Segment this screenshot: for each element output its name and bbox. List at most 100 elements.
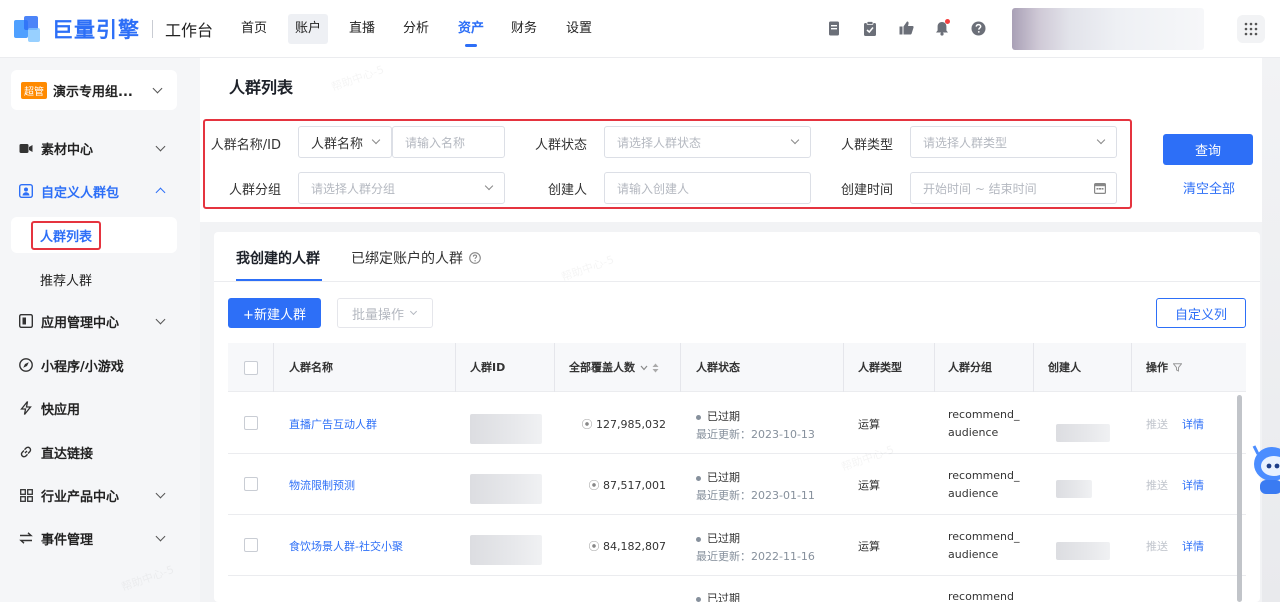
batch-operation-button[interactable]: 批量操作 <box>337 298 433 328</box>
status-text: 已过期 <box>707 471 740 484</box>
nav-settings[interactable]: 设置 <box>559 14 599 44</box>
notification-dot <box>945 19 950 24</box>
info-circle-icon: ⦿ <box>588 479 604 492</box>
column-header-coverage[interactable]: 全部覆盖人数 <box>561 343 659 392</box>
help-icon[interactable] <box>970 20 986 36</box>
nav-finance[interactable]: 财务 <box>504 14 544 44</box>
nav-analysis[interactable]: 分析 <box>396 14 436 44</box>
info-circle-icon[interactable] <box>469 252 481 264</box>
sidebar-item-event-management[interactable]: 事件管理 <box>0 520 200 556</box>
sidebar-item-custom-audience[interactable]: 自定义人群包 <box>0 173 200 209</box>
column-header-id: 人群ID <box>470 361 506 374</box>
status-cell: 已过期 <box>696 469 740 485</box>
column-divider <box>1131 343 1132 392</box>
user-profile-blurred[interactable] <box>1012 8 1204 50</box>
filter-dropdown-icon[interactable] <box>640 365 648 371</box>
audience-type: 运算 <box>858 540 880 553</box>
column-header-label: 操作 <box>1146 361 1168 374</box>
sidebar-item-label: 行业产品中心 <box>41 489 120 505</box>
coverage-count: ⦿ 87,517,001 <box>581 477 666 493</box>
column-header-group: 人群分组 <box>948 361 992 374</box>
tab-bound-audiences[interactable]: 已绑定账户的人群 <box>351 248 481 268</box>
app-icon <box>19 314 33 328</box>
nav-account[interactable]: 账户 <box>288 14 329 44</box>
column-header-creator: 创建人 <box>1048 361 1081 374</box>
sidebar-item-quick-app[interactable]: 快应用 <box>0 390 200 426</box>
detail-link[interactable]: 详情 <box>1182 477 1204 493</box>
sidebar-item-label: 推荐人群 <box>40 273 93 289</box>
detail-link[interactable]: 详情 <box>1182 538 1204 554</box>
status-cell: 已过期 <box>696 408 740 424</box>
audience-name-link[interactable]: 物流限制预测 <box>289 477 355 493</box>
column-divider <box>680 343 681 392</box>
detail-link[interactable]: 详情 <box>1182 416 1204 432</box>
row-checkbox[interactable] <box>244 538 258 552</box>
sidebar-item-label: 直达链接 <box>41 446 94 462</box>
notification-bell-icon[interactable] <box>934 19 950 36</box>
sidebar-item-app-management[interactable]: 应用管理中心 <box>0 303 200 339</box>
sidebar-item-label: 快应用 <box>41 402 81 418</box>
account-selector[interactable]: 超管 演示专用组... <box>11 70 177 110</box>
status-dot <box>696 475 701 481</box>
sidebar-item-material-center[interactable]: 素材中心 <box>0 130 200 166</box>
row-checkbox[interactable] <box>244 416 258 430</box>
nav-home[interactable]: 首页 <box>234 14 274 44</box>
select-all-checkbox[interactable] <box>244 361 258 375</box>
assistant-robot-icon[interactable] <box>1250 440 1280 502</box>
group-line1: recommend_ <box>948 408 1020 421</box>
audience-name-link[interactable]: 食饮场景人群-社交小聚 <box>289 538 403 554</box>
highlight-box-sidebar <box>31 221 101 250</box>
last-updated: 最近更新：2022-11-16 <box>696 550 815 563</box>
column-divider <box>273 343 274 392</box>
sidebar-item-label: 应用管理中心 <box>41 315 120 331</box>
sort-icon[interactable] <box>652 363 659 373</box>
clear-all-button[interactable]: 清空全部 <box>1183 178 1235 197</box>
query-button[interactable]: 查询 <box>1163 134 1253 165</box>
last-updated: 最近更新：2023-10-13 <box>696 428 815 441</box>
document-icon[interactable] <box>826 20 842 36</box>
table-scrollbar[interactable] <box>1237 395 1242 602</box>
chevron-down-icon <box>155 314 166 325</box>
account-name: 演示专用组... <box>53 84 133 100</box>
sidebar-item-mini-program[interactable]: 小程序/小游戏 <box>0 347 200 383</box>
sidebar-item-direct-link[interactable]: 直达链接 <box>0 434 200 470</box>
column-header-actions[interactable]: 操作 <box>1138 343 1182 392</box>
sidebar-item-label: 自定义人群包 <box>41 185 120 201</box>
status-text: 已过期 <box>707 410 740 423</box>
status-dot <box>696 414 701 420</box>
apps-grid-icon[interactable] <box>1237 15 1265 43</box>
right-edge <box>1262 58 1280 602</box>
new-audience-button[interactable]: +新建人群 <box>228 298 321 328</box>
creator-blurred <box>1056 542 1110 560</box>
row-checkbox[interactable] <box>244 477 258 491</box>
filter-funnel-icon[interactable] <box>1173 363 1182 372</box>
push-action-disabled: 推送 <box>1146 479 1168 492</box>
logo[interactable]: 巨量引擎 工作台 <box>14 14 213 44</box>
info-circle-icon: ⦿ <box>588 540 604 553</box>
tab-my-audiences[interactable]: 我创建的人群 <box>236 248 320 268</box>
coverage-value: 127,985,032 <box>596 418 666 431</box>
sidebar-item-industry-products[interactable]: 行业产品中心 <box>0 477 200 513</box>
column-divider <box>455 343 456 392</box>
info-circle-icon: ⦿ <box>581 418 597 431</box>
audience-id-blurred <box>470 474 542 504</box>
sidebar-item-recommended-audience[interactable]: 推荐人群 <box>11 261 177 297</box>
last-updated: 最近更新：2023-01-11 <box>696 489 815 502</box>
column-header-name: 人群名称 <box>289 361 333 374</box>
nav-live[interactable]: 直播 <box>342 14 382 44</box>
thumbs-up-icon[interactable] <box>898 20 914 36</box>
chevron-down-icon <box>155 488 166 499</box>
sidebar-item-label: 素材中心 <box>41 142 94 158</box>
batch-operation-label: 批量操作 <box>352 307 405 323</box>
nav-assets[interactable]: 资产 <box>451 14 491 47</box>
audience-name-link[interactable]: 直播广告互动人群 <box>289 416 377 432</box>
link-icon <box>19 445 33 459</box>
group-line1: recommend_ <box>948 469 1020 482</box>
coverage-count: ⦿ 127,985,032 <box>581 416 666 432</box>
lightning-icon <box>19 401 33 415</box>
clipboard-check-icon[interactable] <box>862 20 878 36</box>
compass-icon <box>19 358 33 372</box>
custom-columns-button[interactable]: 自定义列 <box>1156 298 1246 328</box>
status-cell: 已过期 <box>696 590 740 602</box>
creator-blurred <box>1056 424 1110 442</box>
